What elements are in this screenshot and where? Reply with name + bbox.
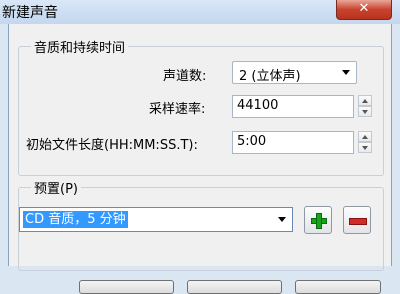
length-stepper[interactable]	[358, 131, 372, 154]
length-field[interactable]	[232, 131, 357, 154]
spin-down-icon[interactable]	[358, 142, 372, 153]
preset-value: CD 音质，5 分钟	[23, 211, 128, 228]
ok-button[interactable]	[79, 280, 174, 294]
channels-value: 2 (立体声)	[239, 69, 301, 84]
preset-group-title: 预置(P)	[31, 178, 81, 197]
sample-rate-stepper[interactable]	[358, 95, 372, 118]
close-icon: ✕	[358, 1, 370, 16]
spin-up-icon[interactable]	[358, 95, 372, 106]
chevron-down-icon	[342, 70, 350, 75]
cancel-button[interactable]	[187, 280, 282, 294]
help-button[interactable]	[295, 280, 381, 294]
spin-down-icon[interactable]	[358, 106, 372, 117]
add-preset-button[interactable]	[304, 206, 332, 234]
length-label: 初始文件长度(HH:MM:SS.T):	[26, 138, 198, 153]
sample-rate-input[interactable]	[237, 98, 357, 113]
spin-up-icon[interactable]	[358, 131, 372, 142]
sample-rate-field[interactable]	[232, 95, 357, 118]
channels-select[interactable]: 2 (立体声)	[232, 61, 357, 84]
close-button[interactable]: ✕	[336, 0, 392, 20]
preset-select[interactable]: CD 音质，5 分钟	[19, 207, 293, 232]
channels-label: 声道数:	[163, 69, 207, 84]
quality-group-title: 音质和持续时间	[31, 37, 129, 56]
title-bar: 新建声音 ✕	[0, 0, 400, 24]
window-title: 新建声音	[2, 5, 58, 21]
remove-preset-button[interactable]	[343, 206, 371, 234]
sample-rate-label: 采样速率:	[149, 102, 206, 117]
chevron-down-icon	[278, 217, 286, 222]
length-input[interactable]	[237, 134, 357, 149]
dialog-body: 音质和持续时间 声道数: 2 (立体声) 采样速率: 初始文件长度(HH:MM:…	[8, 24, 392, 294]
